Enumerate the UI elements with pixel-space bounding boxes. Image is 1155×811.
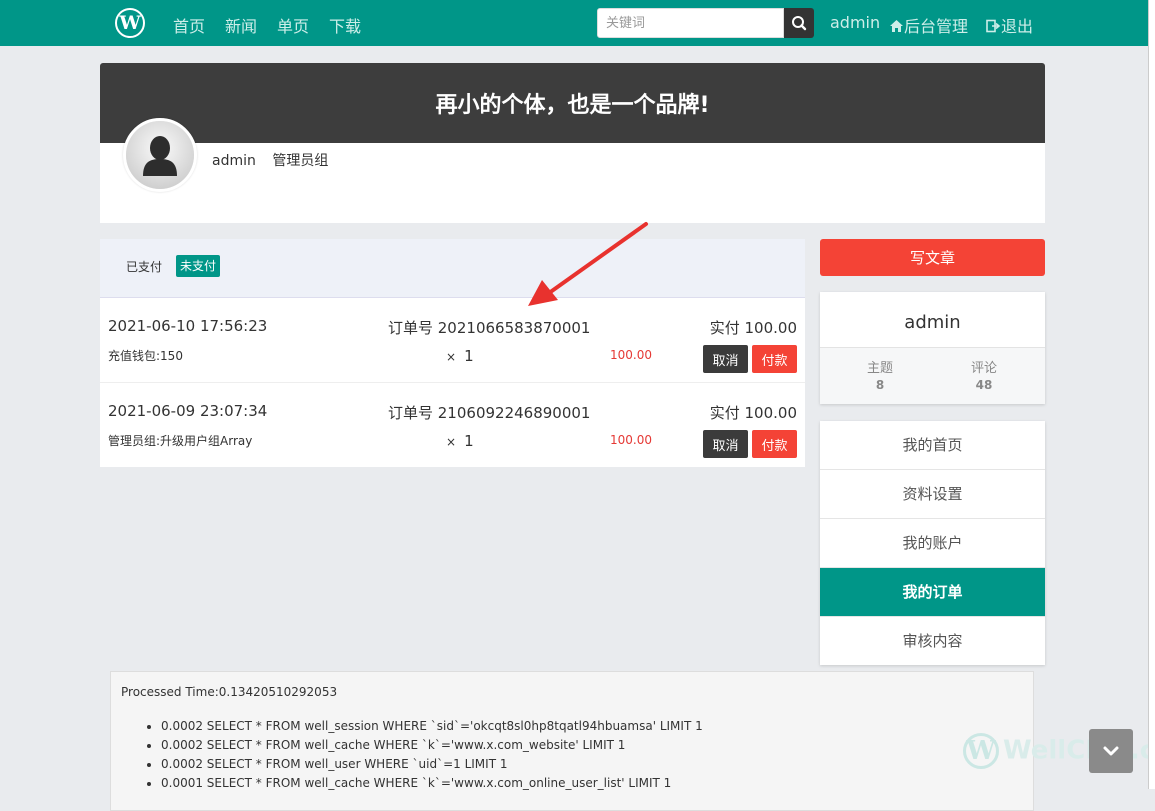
- scrollbar[interactable]: [1148, 0, 1155, 789]
- stat-label: 主题: [866, 361, 893, 376]
- query-item: 0.0002 SELECT * FROM well_session WHERE …: [161, 717, 703, 736]
- query-item: 0.0002 SELECT * FROM well_cache WHERE `k…: [161, 736, 703, 755]
- stat-value: 48: [975, 378, 993, 392]
- profile-card: admin 主题 8 评论 48: [820, 292, 1045, 404]
- menu-item-orders[interactable]: 我的订单: [820, 568, 1045, 617]
- quantity-value: 1: [464, 347, 474, 365]
- orders-panel: 已支付 未支付 2021-06-10 17:56:23 订单号 20210665…: [100, 239, 805, 467]
- menu-item-home[interactable]: 我的首页: [820, 421, 1045, 470]
- divider: [820, 347, 1045, 348]
- stat-value: 8: [875, 378, 885, 392]
- order-row: 2021-06-09 23:07:34 订单号 2106092246890001…: [100, 383, 805, 467]
- user-line: admin 管理员组: [212, 150, 328, 170]
- order-date: 2021-06-10 17:56:23: [108, 317, 268, 335]
- site-logo[interactable]: W: [115, 8, 145, 38]
- nav-link-home[interactable]: 首页: [173, 13, 205, 37]
- order-paid-amount: 实付 100.00: [709, 404, 797, 422]
- stat-comments[interactable]: 评论 48: [944, 357, 1024, 392]
- quantity-times: ×: [446, 350, 457, 364]
- user-menu: 我的首页 资料设置 我的账户 我的订单 审核内容: [820, 421, 1045, 665]
- order-item: 管理员组:升级用户组Array: [108, 434, 253, 448]
- home-icon: [890, 20, 903, 32]
- nav-link-download[interactable]: 下载: [329, 13, 361, 37]
- order-quantity: × 1: [446, 347, 474, 365]
- cancel-button[interactable]: 取消: [703, 345, 748, 373]
- scroll-top-button[interactable]: [1089, 729, 1133, 773]
- query-list: 0.0002 SELECT * FROM well_session WHERE …: [143, 717, 703, 793]
- user-avatar-icon: [126, 121, 194, 189]
- menu-item-settings[interactable]: 资料设置: [820, 470, 1045, 519]
- nav-admin-link[interactable]: 后台管理: [889, 13, 968, 37]
- order-number: 订单号 2106092246890001: [388, 404, 591, 422]
- nav-logout-label: 退出: [1001, 17, 1034, 36]
- order-quantity: × 1: [446, 432, 474, 450]
- profile-banner: 再小的个体，也是一个品牌!: [100, 63, 1045, 143]
- order-price: 100.00: [610, 348, 652, 362]
- search-button[interactable]: [784, 8, 814, 38]
- tab-unpaid[interactable]: 未支付: [176, 255, 221, 277]
- order-price: 100.00: [610, 433, 652, 447]
- avatar[interactable]: [123, 118, 197, 192]
- chevron-down-icon: [1103, 746, 1119, 756]
- search-icon: [792, 16, 807, 31]
- quantity-times: ×: [446, 435, 457, 449]
- processed-time: Processed Time:0.13420510292053: [121, 685, 338, 699]
- order-row: 2021-06-10 17:56:23 订单号 2021066583870001…: [100, 298, 805, 383]
- order-paid-amount: 实付 100.00: [709, 319, 797, 337]
- banner-slogan: 再小的个体，也是一个品牌!: [435, 93, 710, 118]
- nav-logout-link[interactable]: 退出: [986, 13, 1033, 37]
- stat-topics[interactable]: 主题 8: [840, 357, 920, 392]
- menu-item-review[interactable]: 审核内容: [820, 617, 1045, 665]
- profile-stats: 主题 8 评论 48: [820, 347, 1045, 404]
- order-item: 充值钱包:150: [108, 349, 183, 363]
- nav-admin-label: 后台管理: [904, 17, 969, 36]
- search-input[interactable]: [597, 8, 784, 38]
- menu-item-account[interactable]: 我的账户: [820, 519, 1045, 568]
- quantity-value: 1: [464, 432, 474, 450]
- nav-link-page[interactable]: 单页: [277, 13, 309, 37]
- cancel-button[interactable]: 取消: [703, 430, 748, 458]
- pay-button[interactable]: 付款: [752, 345, 797, 373]
- top-navbar: W 首页 新闻 单页 下载 admin 后台管理 退出: [0, 0, 1155, 46]
- pay-button[interactable]: 付款: [752, 430, 797, 458]
- profile-username: admin: [212, 153, 256, 169]
- nav-user[interactable]: admin: [830, 13, 880, 32]
- stat-label: 评论: [970, 361, 997, 376]
- tab-paid[interactable]: 已支付: [126, 258, 162, 275]
- annotation-arrow-icon: [528, 222, 648, 306]
- watermark-logo-icon: W: [963, 733, 999, 769]
- debug-panel: Processed Time:0.13420510292053 0.0002 S…: [110, 671, 1034, 811]
- order-number: 订单号 2021066583870001: [388, 319, 591, 337]
- order-date: 2021-06-09 23:07:34: [108, 402, 268, 420]
- query-item: 0.0001 SELECT * FROM well_cache WHERE `k…: [161, 774, 703, 793]
- query-item: 0.0002 SELECT * FROM well_user WHERE `ui…: [161, 755, 703, 774]
- logout-icon: [986, 19, 1001, 33]
- profile-card-name[interactable]: admin: [820, 312, 1045, 333]
- orders-tabs: 已支付 未支付: [100, 239, 805, 298]
- profile-group: 管理员组: [272, 153, 329, 169]
- nav-link-news[interactable]: 新闻: [225, 13, 257, 37]
- write-article-button[interactable]: 写文章: [820, 239, 1045, 276]
